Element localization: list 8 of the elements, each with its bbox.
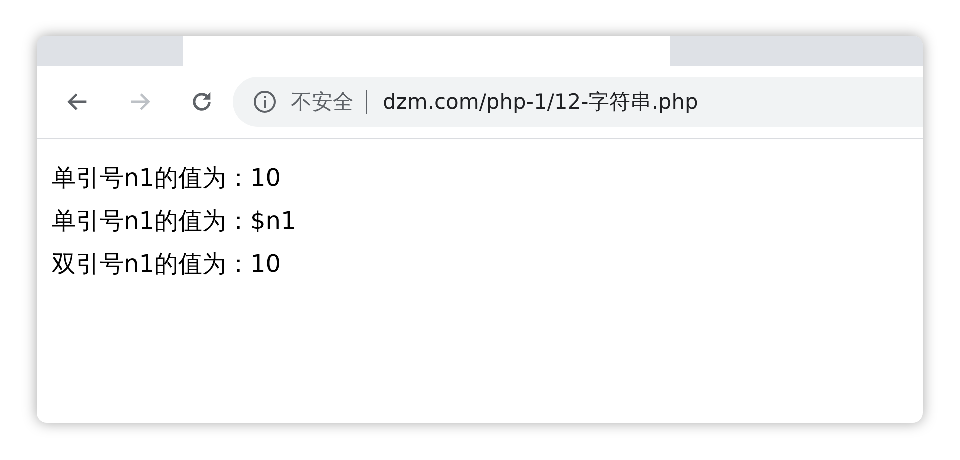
address-bar[interactable]: 不安全 dzm.com/php-1/12-字符串.php <box>233 77 923 127</box>
output-line: 单引号n1的值为：10 <box>52 163 282 194</box>
info-icon[interactable] <box>253 90 277 114</box>
output-line: 双引号n1的值为：10 <box>52 249 282 280</box>
output-line: 单引号n1的值为：$n1 <box>52 206 298 237</box>
url-text: dzm.com/php-1/12-字符串.php <box>383 89 698 116</box>
security-label: 不安全 <box>291 90 367 114</box>
browser-tab[interactable] <box>183 36 670 66</box>
